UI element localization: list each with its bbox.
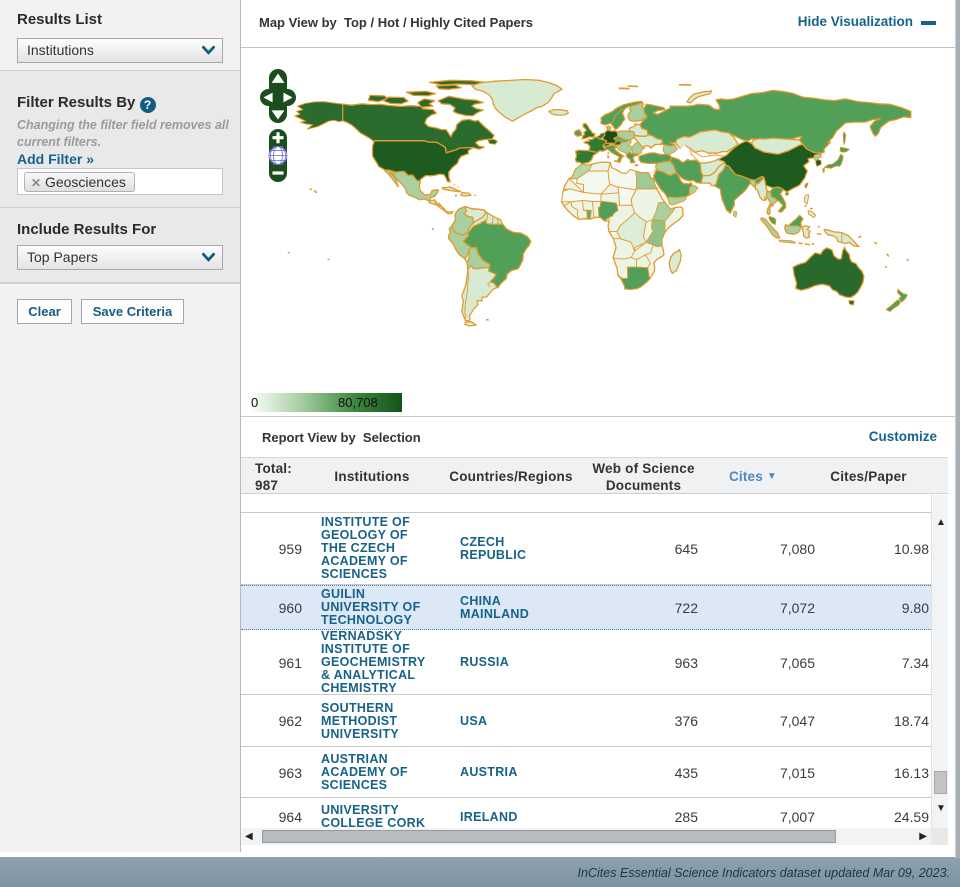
svg-text:0: 0 xyxy=(251,395,258,410)
svg-text:80,708: 80,708 xyxy=(338,395,378,410)
